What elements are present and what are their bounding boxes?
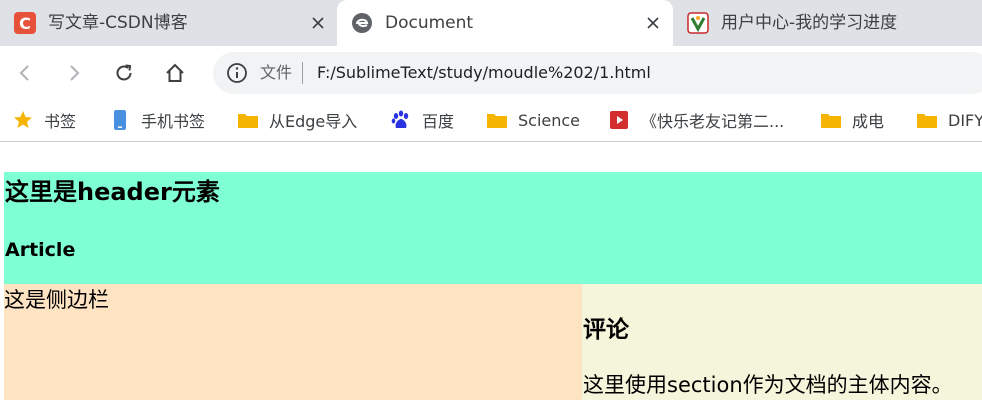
address-bar[interactable]: 文件 F:/SublimeText/study/moudle%202/1.htm… <box>213 52 982 94</box>
tab-title: Document <box>385 13 474 33</box>
section-title: 评论 <box>583 317 629 343</box>
section-main: 评论 这里使用section作为文档的主体内容。 <box>582 284 982 400</box>
header-element: 这里是header元素 Article <box>4 172 982 284</box>
folder-icon <box>820 109 842 131</box>
bookmark-label: 从Edge导入 <box>269 112 358 131</box>
bookmark-label: 成电 <box>852 112 885 131</box>
aside-sidebar: 这是侧边栏 <box>4 284 582 400</box>
bookmark-label: 手机书签 <box>141 112 206 131</box>
csdn-icon: C <box>14 12 36 34</box>
tab-csdn[interactable]: C 写文章-CSDN博客 <box>0 0 336 46</box>
tab-user-center[interactable]: 用户中心-我的学习进度 <box>673 0 982 46</box>
baidu-paw-icon <box>390 109 412 131</box>
bookmarks-bar: 书签 手机书签 从Edge导入 百度 Science 《快乐老友记第二... 成… <box>0 100 982 142</box>
phone-icon <box>109 109 131 131</box>
sidebar-text: 这是侧边栏 <box>4 288 109 312</box>
bookmark-item[interactable]: 成电 <box>820 108 884 132</box>
header-title: 这里是header元素 <box>5 178 220 206</box>
edge-icon <box>351 12 373 34</box>
site-icon <box>687 12 709 34</box>
bookmark-label: 《快乐老友记第二... <box>641 112 785 131</box>
info-icon[interactable] <box>225 61 249 85</box>
tab-title: 用户中心-我的学习进度 <box>721 13 898 33</box>
article-heading: Article <box>5 239 76 261</box>
video-icon <box>609 109 631 131</box>
home-icon[interactable] <box>162 60 188 86</box>
folder-icon <box>237 109 259 131</box>
bookmark-item[interactable]: 手机书签 <box>109 108 205 132</box>
bookmark-label: DIFY <box>948 110 982 130</box>
page-viewport: 这里是header元素 Article 这是侧边栏 评论 这里使用section… <box>0 143 982 400</box>
section-text: 这里使用section作为文档的主体内容。 <box>583 373 953 397</box>
bookmark-label: Science <box>518 110 581 130</box>
back-icon[interactable] <box>12 60 38 86</box>
star-icon <box>12 109 34 131</box>
bookmark-label: 百度 <box>422 112 455 131</box>
tab-title: 写文章-CSDN博客 <box>48 13 188 33</box>
tab-document[interactable]: Document <box>337 0 673 46</box>
address-scheme-label: 文件 <box>260 63 293 82</box>
url-text[interactable]: F:/SublimeText/study/moudle%202/1.html <box>317 62 651 84</box>
refresh-icon[interactable] <box>111 60 137 86</box>
bookmark-label: 书签 <box>44 112 77 131</box>
bookmark-item[interactable]: 书签 <box>12 108 76 132</box>
folder-icon <box>916 109 938 131</box>
bookmark-item[interactable]: Science <box>486 108 580 132</box>
folder-icon <box>486 109 508 131</box>
close-icon[interactable] <box>641 11 665 35</box>
tab-strip: C 写文章-CSDN博客 Document 用户中心-我的学习进度 <box>0 0 982 46</box>
forward-icon[interactable] <box>61 60 87 86</box>
address-divider <box>302 62 303 84</box>
bookmark-item[interactable]: 《快乐老友记第二... <box>609 108 784 132</box>
browser-toolbar: 文件 F:/SublimeText/study/moudle%202/1.htm… <box>0 46 982 100</box>
bookmark-item[interactable]: DIFY <box>916 108 982 132</box>
close-icon[interactable] <box>306 11 330 35</box>
bookmark-item[interactable]: 百度 <box>390 108 454 132</box>
bookmark-item[interactable]: 从Edge导入 <box>237 108 357 132</box>
